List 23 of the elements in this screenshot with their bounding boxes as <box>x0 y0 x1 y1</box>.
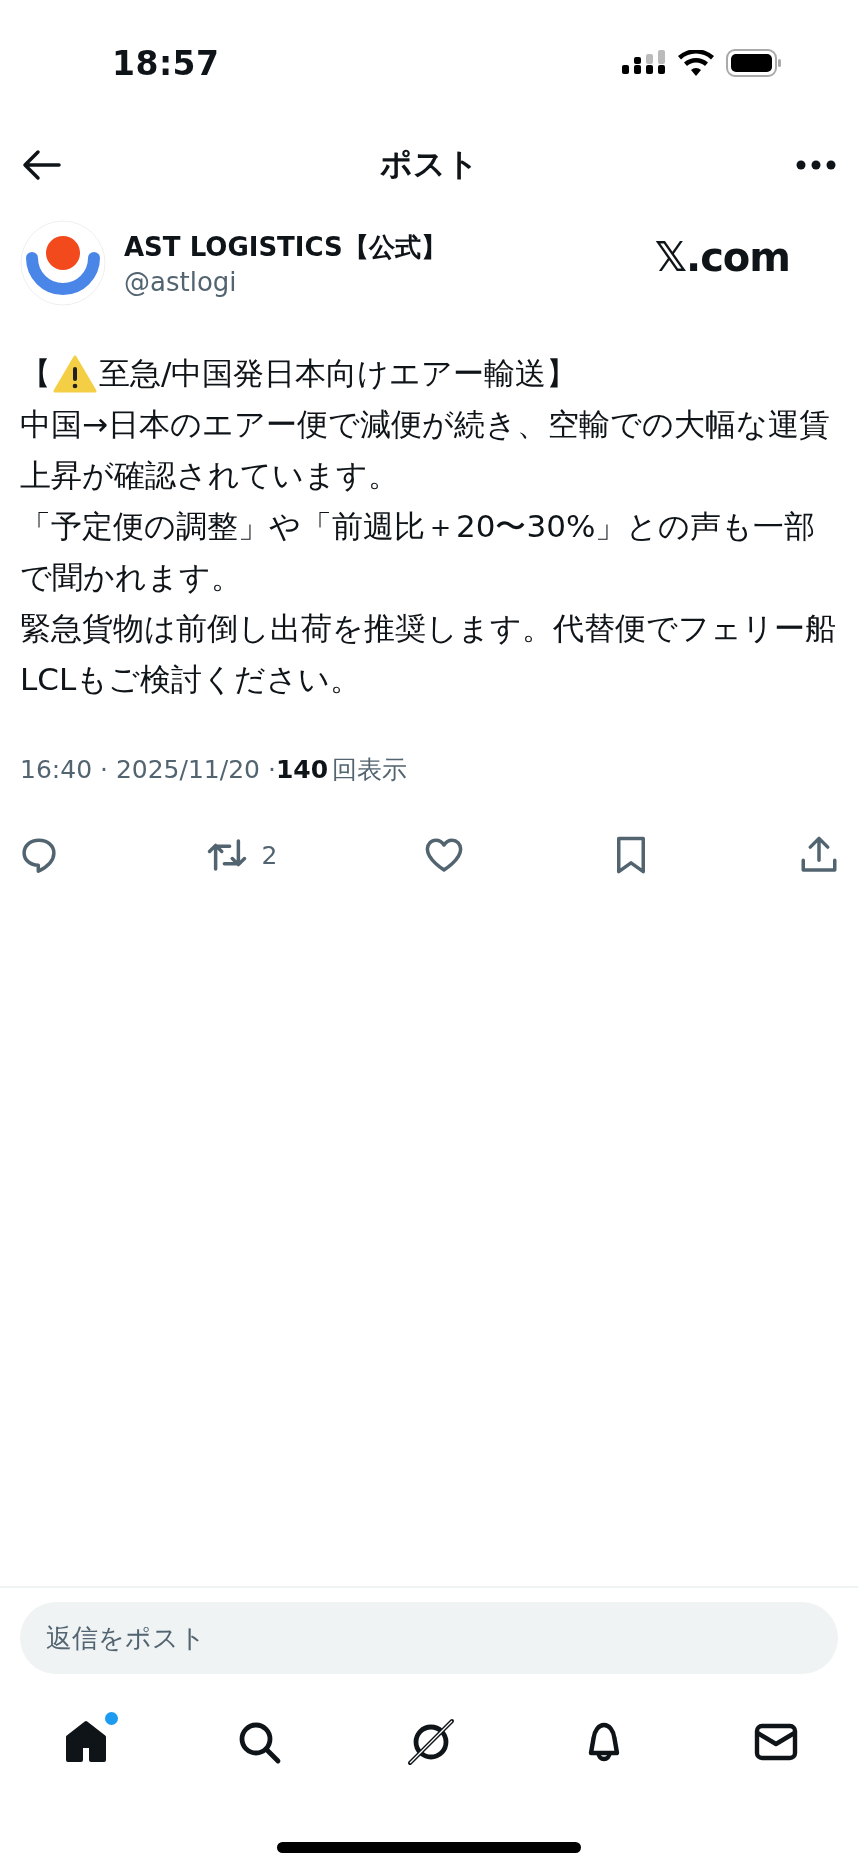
view-count: 140 <box>275 755 329 784</box>
headline-bracket: 【 <box>20 354 51 393</box>
signal-icon <box>622 50 666 76</box>
more-icon[interactable] <box>796 159 836 171</box>
views-label: 回表示 <box>332 754 408 786</box>
author-name[interactable]: AST LOGISTICS【公式】 <box>124 229 637 265</box>
repost-count: 2 <box>261 840 278 870</box>
post-timestamp: 16:40 · 2025/11/20 · <box>20 755 276 784</box>
clock-time: 18:57 <box>112 43 220 83</box>
author-handle[interactable]: @astlogi <box>124 266 637 297</box>
post-text: 緊急貨物は前倒し出荷を推奨します。代替便でフェリー船LCLもご検討ください。 <box>20 609 837 699</box>
battery-icon <box>726 49 782 77</box>
reply-field[interactable]: 返信をポスト <box>20 1602 838 1674</box>
post-headline: 至急/中国発日本向けエアー輸送】 <box>99 354 578 393</box>
back-arrow-icon[interactable] <box>22 149 62 181</box>
post-text: 中国→日本のエアー便で減便が続き、空輸での大幅な運賃上昇が確認されています。 <box>20 405 831 495</box>
post-text: 「予定便の調整」や「前週比＋20〜30%」との声も一部で聞かれます。 <box>20 507 817 597</box>
site-mark: 𝕏.com <box>654 234 790 280</box>
slashed-circle-icon[interactable] <box>407 1718 455 1766</box>
wifi-icon <box>678 50 714 76</box>
warning-icon <box>53 354 97 393</box>
avatar-logo-icon[interactable] <box>20 220 106 306</box>
page-title: ポスト <box>379 144 479 185</box>
